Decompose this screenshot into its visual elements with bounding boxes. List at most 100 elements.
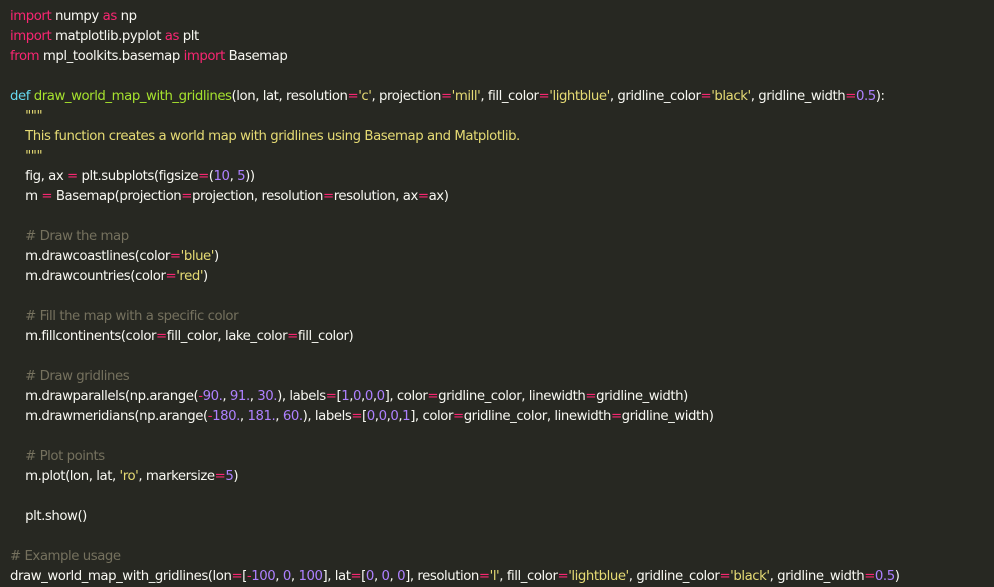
code-token: 'black' [711,89,751,104]
code-line: m.fillcontinents(color=fill_color, lake_… [10,327,994,347]
code-token: Basemap(projection [52,189,182,204]
code-token: Basemap [224,49,288,64]
code-token: , [222,389,230,404]
code-token: m.fillcontinents(color [10,329,157,344]
code-token: 0 [282,569,291,584]
code-line: # Example usage [10,547,994,567]
code-token: 0 [381,569,390,584]
code-token: , gridline_color [609,89,701,104]
code-token: resolution, ax [333,189,419,204]
code-line: """ [10,147,994,167]
code-token: # Plot points [25,449,105,464]
code-line: m.drawcoastlines(color='blue') [10,247,994,267]
code-token: plt.show() [10,509,87,524]
code-line: m = Basemap(projection=projection, resol… [10,187,994,207]
code-token: gridline_color, linewidth [438,389,586,404]
code-token: 91. [229,389,250,404]
code-token: = [156,329,167,344]
code-token: import [10,29,52,44]
code-token: 90. [202,389,223,404]
code-token: = [719,569,731,584]
code-token: fig, ax [10,169,68,184]
code-token: , [275,569,283,584]
code-line: # Fill the map with a specific color [10,307,994,327]
code-token: ) [233,469,239,484]
code-line: m.plot(lon, lat, 'ro', markersize=5) [10,467,994,487]
code-token: = [417,189,429,204]
code-token: , [389,569,398,584]
code-token: , gridline_color [628,569,720,584]
code-line: draw_world_map_with_gridlines(lon=[-100,… [10,567,994,587]
code-token: , [229,169,238,184]
code-line: import numpy as np [10,7,994,27]
code-token: 180. [212,409,240,424]
code-token: import [183,49,226,64]
code-token: , [373,569,382,584]
code-token: 'l' [489,569,500,584]
code-token: plt [178,29,199,44]
code-token: 0 [353,389,362,404]
code-token: ): [875,89,885,104]
code-token: m.drawcoastlines(color [10,249,170,264]
code-token: gridline_color, linewidth [463,409,612,424]
code-token: """ [25,149,43,164]
code-token: ], color [384,389,428,404]
code-line: # Plot points [10,447,994,467]
code-token: matplotlib.pyplot [51,29,165,44]
code-token: 'blue' [180,249,215,264]
code-token: projection, resolution [192,189,323,204]
code-editor[interactable]: import numpy as np import matplotlib.pypl… [0,0,994,584]
code-token: 'mill' [451,89,481,104]
code-token: = [350,569,362,584]
code-token: = [538,89,550,104]
code-token: = [700,89,712,104]
code-token: , [290,569,299,584]
code-line: plt.show() [10,507,994,527]
code-token: fill_color, lake_color [166,329,288,344]
code-token: = [198,169,209,184]
code-line: m.drawparallels(np.arange(-90., 91., 30.… [10,387,994,407]
code-token: # Fill the map with a specific color [25,309,239,324]
code-token: m.drawcountries(color [10,269,166,284]
code-token: # Example usage [10,549,121,564]
code-token: , fill_color [499,569,558,584]
code-token: )) [245,169,255,184]
code-token: ) [203,269,208,284]
code-token: 0 [378,409,387,424]
code-token: # Draw the map [25,229,129,244]
code-token: , gridline_width [769,569,865,584]
code-line: m.drawcountries(color='red') [10,267,994,287]
code-line: This function creates a world map with g… [10,127,994,147]
code-token: , markersize [138,469,215,484]
code-token: 5 [237,169,246,184]
code-token: 'red' [176,269,204,284]
code-token: ) [213,249,219,264]
code-token: m [10,189,42,204]
code-token: 'lightblue' [549,89,610,104]
code-token: This function creates a world map with g… [25,129,520,144]
code-token: = [478,569,490,584]
code-token: 181. [247,409,276,424]
code-token: = [181,189,192,204]
code-token: = [452,409,464,424]
code-token: (lon, lat, resolution [231,89,348,104]
code-token: 30. [257,389,278,404]
code-token: 0.5 [855,89,876,104]
code-token: 60. [282,409,303,424]
code-token: ], color [410,409,453,424]
code-token: import [10,9,52,24]
code-token: ], resolution [405,569,479,584]
code-token: = [41,189,53,204]
code-token: numpy [51,9,103,24]
code-token: = [864,569,875,584]
code-line: import matplotlib.pyplot as plt [10,27,994,47]
code-token: ), labels [277,389,326,404]
code-token: fill_color) [297,329,354,344]
code-token: draw_world_map_with_gridlines [33,89,232,104]
code-token: = [214,469,226,484]
